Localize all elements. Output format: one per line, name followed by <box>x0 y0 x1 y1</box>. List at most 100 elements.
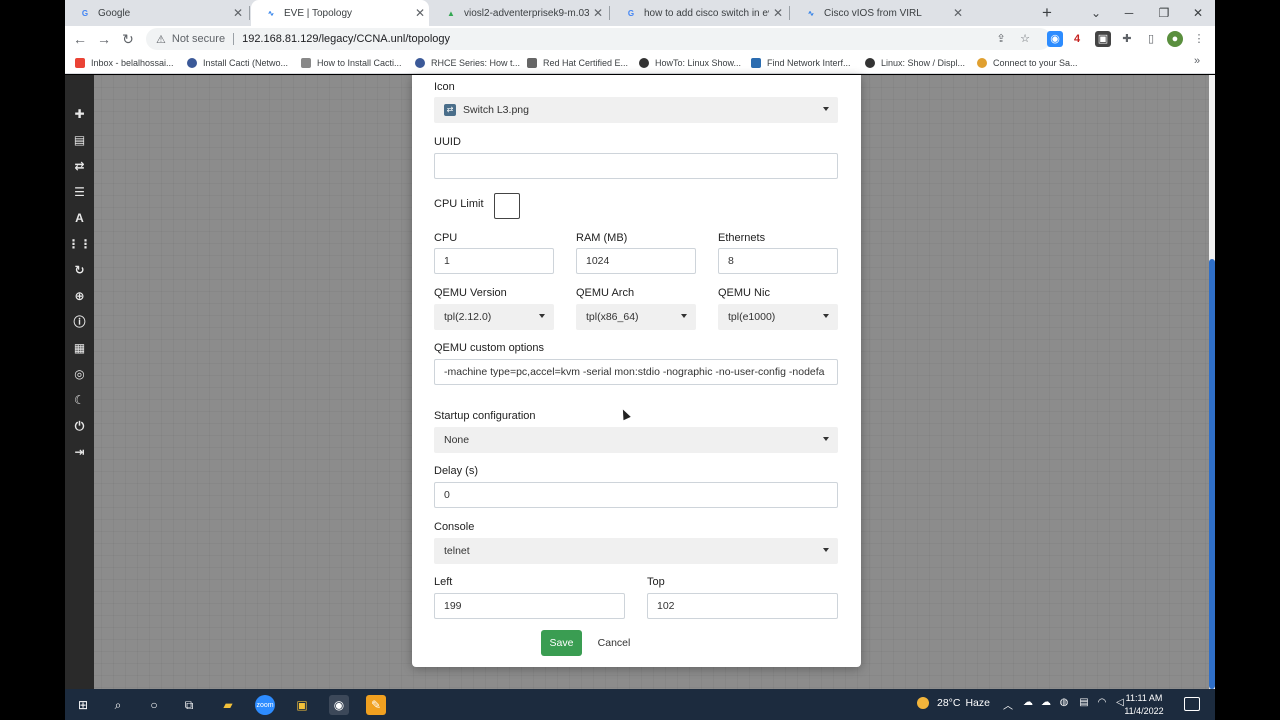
side-panel-icon[interactable]: ▯ <box>1143 31 1159 47</box>
logout-icon[interactable]: ⇥ <box>65 443 94 461</box>
search-icon[interactable]: ⌕ <box>108 695 128 715</box>
left-label: Left <box>434 576 453 588</box>
onedrive-icon[interactable]: ☁ <box>1021 697 1035 708</box>
windows-start-icon[interactable]: ⊞ <box>73 695 93 715</box>
bookmark-label: Inbox - belalhossai... <box>91 58 174 68</box>
taskbar-clock[interactable]: 11:11 AM 11/4/2022 <box>1117 692 1171 718</box>
close-icon[interactable]: ✕ <box>589 6 607 20</box>
bookmark-item[interactable]: RHCE Series: How t... <box>415 56 520 70</box>
extension-badge[interactable]: 4 <box>1069 31 1085 47</box>
cancel-button[interactable]: Cancel <box>589 630 639 656</box>
bookmark-item[interactable]: HowTo: Linux Show... <box>639 56 741 70</box>
tab-google[interactable]: G Google ✕ <box>65 0 247 26</box>
status-icon[interactable]: ◎ <box>65 365 94 383</box>
notes-icon[interactable]: ▦ <box>65 339 94 357</box>
window-close-icon[interactable]: ✕ <box>1187 3 1209 23</box>
close-icon[interactable]: ✕ <box>769 6 787 20</box>
tab-cisco-vios[interactable]: ∿ Cisco vIOS from VIRL ✕ <box>791 0 967 26</box>
bookmark-item[interactable]: Inbox - belalhossai... <box>75 56 174 70</box>
clock-time: 11:11 AM <box>1125 693 1163 703</box>
menu-kebab-icon[interactable]: ⋮ <box>1191 31 1207 47</box>
weather-widget[interactable]: 28°C Haze <box>917 697 990 709</box>
qemu-version-select[interactable]: tpl(2.12.0) <box>434 304 554 330</box>
forward-icon[interactable]: → <box>94 29 114 49</box>
cortana-icon[interactable]: ○ <box>144 695 164 715</box>
share-icon[interactable]: ⇪ <box>993 31 1009 47</box>
more-bookmarks-icon[interactable]: » <box>1194 55 1200 67</box>
reload-icon[interactable]: ↻ <box>118 29 138 49</box>
cpu-limit-checkbox[interactable] <box>494 193 520 219</box>
zoom-extension-icon[interactable]: ◉ <box>1047 31 1063 47</box>
bookmark-label: Linux: Show / Displ... <box>881 58 966 68</box>
address-bar[interactable]: ⚠ Not secure 192.168.81.129/legacy/CCNA.… <box>146 28 1051 50</box>
chrome-icon[interactable]: ◉ <box>329 695 349 715</box>
new-tab-button[interactable]: + <box>1037 3 1057 23</box>
console-value: telnet <box>444 545 470 557</box>
file-explorer-icon[interactable]: ▰ <box>218 695 238 715</box>
task-view-icon[interactable]: ⧉ <box>179 695 199 715</box>
bookmark-item[interactable]: Install Cacti (Netwo... <box>187 56 288 70</box>
tab-viosl2[interactable]: ▲ viosl2-adventerprisek9-m.03.201 ✕ <box>431 0 607 26</box>
tab-eve-topology[interactable]: ∿ EVE | Topology ✕ <box>251 0 429 26</box>
console-select[interactable]: telnet <box>434 538 838 564</box>
icon-select[interactable]: ⇄ Switch L3.png <box>434 97 838 123</box>
tab-bar: G Google ✕ ∿ EVE | Topology ✕ ▲ viosl2-a… <box>65 0 1215 26</box>
vmware-icon[interactable]: ▣ <box>292 695 312 715</box>
add-icon[interactable]: ✚ <box>65 105 94 123</box>
cpu-input[interactable]: 1 <box>434 248 554 274</box>
bookmark-item[interactable]: How to Install Cacti... <box>301 56 402 70</box>
qemu-nic-select[interactable]: tpl(e1000) <box>718 304 838 330</box>
network-icon[interactable]: ▤ <box>1077 697 1091 708</box>
grid-icon[interactable]: ⋮⋮ <box>65 235 94 253</box>
delay-input[interactable]: 0 <box>434 482 838 508</box>
sun-icon <box>917 697 929 709</box>
extensions-puzzle-icon[interactable]: ✚ <box>1119 31 1135 47</box>
bookmark-item[interactable]: Find Network Interf... <box>751 56 851 70</box>
scrollbar-thumb[interactable] <box>1209 259 1215 689</box>
app-icon[interactable]: ✎ <box>366 695 386 715</box>
top-input[interactable]: 102 <box>647 593 838 619</box>
notification-icon[interactable] <box>1184 697 1200 711</box>
zoom-icon[interactable]: ⊕ <box>65 287 94 305</box>
ethernets-input[interactable]: 8 <box>718 248 838 274</box>
networks-icon[interactable]: ⇄ <box>65 157 94 175</box>
profile-avatar-icon[interactable]: ● <box>1167 31 1183 47</box>
restore-icon[interactable]: ❐ <box>1153 3 1175 23</box>
qemu-arch-select[interactable]: tpl(x86_64) <box>576 304 696 330</box>
nodes-icon[interactable]: ▤ <box>65 131 94 149</box>
left-input[interactable]: 199 <box>434 593 625 619</box>
close-icon[interactable]: ✕ <box>411 6 429 20</box>
startup-config-select[interactable]: None <box>434 427 838 453</box>
startup-config-value: None <box>444 434 470 446</box>
microphone-icon[interactable]: ◍ <box>1057 697 1071 708</box>
chevron-up-icon[interactable]: ︿ <box>1001 697 1015 712</box>
startup-configs-icon[interactable]: ☰ <box>65 183 94 201</box>
power-icon[interactable]: ⏻ <box>65 417 94 435</box>
bookmark-star-icon[interactable]: ☆ <box>1017 31 1033 47</box>
uuid-input[interactable] <box>434 153 838 179</box>
close-icon[interactable]: ✕ <box>949 6 967 20</box>
ram-input[interactable]: 1024 <box>576 248 696 274</box>
windows-taskbar: ⊞ ⌕ ○ ⧉ ▰ zoom ▣ ◉ ✎ 28°C Haze ︿ ☁ ☁ ◍ ▤… <box>65 689 1215 720</box>
tab-search-icon[interactable]: ⌄ <box>1085 3 1107 23</box>
wifi-icon[interactable]: ◠ <box>1095 697 1109 708</box>
back-icon[interactable]: ← <box>70 29 90 49</box>
qemu-options-input[interactable]: -machine type=pc,accel=kvm -serial mon:s… <box>434 359 838 385</box>
bookmark-item[interactable]: Red Hat Certified E... <box>527 56 628 70</box>
bookmark-label: Find Network Interf... <box>767 58 851 68</box>
close-icon[interactable]: ✕ <box>229 6 247 20</box>
refresh-icon[interactable]: ↻ <box>65 261 94 279</box>
minimize-icon[interactable]: ─ <box>1118 3 1140 23</box>
text-icon[interactable]: A <box>65 209 94 227</box>
cloud-icon[interactable]: ☁ <box>1039 697 1053 708</box>
bookmark-item[interactable]: Linux: Show / Displ... <box>865 56 965 70</box>
zoom-app-icon[interactable]: zoom <box>255 695 275 715</box>
qemu-nic-value: tpl(e1000) <box>728 311 776 323</box>
info-icon[interactable]: ⓘ <box>65 313 94 331</box>
tab-cisco-switch-search[interactable]: G how to add cisco switch in eve-n ✕ <box>611 0 787 26</box>
dark-mode-icon[interactable]: ☾ <box>65 391 94 409</box>
page-scrollbar[interactable] <box>1209 75 1215 689</box>
bookmark-item[interactable]: Connect to your Sa... <box>977 56 1078 70</box>
extension-icon[interactable]: ▣ <box>1095 31 1111 47</box>
save-button[interactable]: Save <box>541 630 582 656</box>
